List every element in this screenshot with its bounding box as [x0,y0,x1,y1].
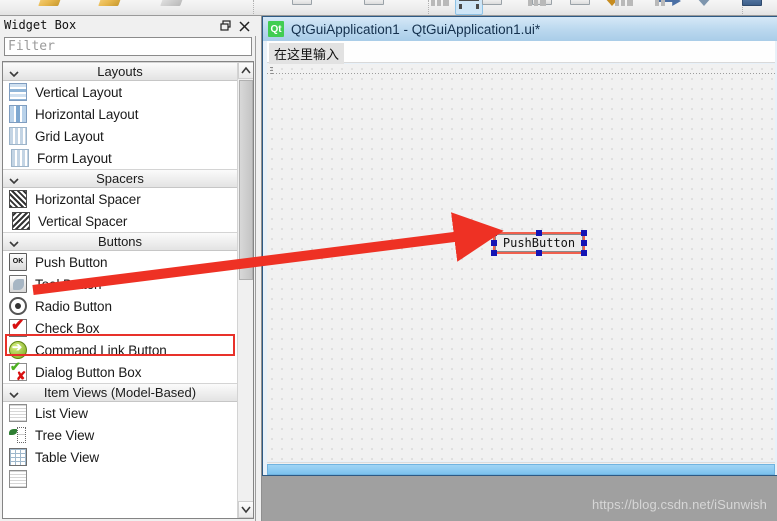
table-view-icon [9,448,27,466]
selection-handle-w[interactable] [491,240,497,246]
pushbutton-widget-selected[interactable]: PushButton [491,230,587,256]
widget-group-spacers[interactable]: Spacers [3,169,237,188]
canvas-top-divider [267,73,775,74]
form-layout-icon [11,149,29,167]
scroll-down-icon[interactable] [238,501,254,518]
scrollbar-thumb[interactable] [239,80,253,280]
filter-input[interactable] [4,37,252,56]
form-window-title: QtGuiApplication1 - QtGuiApplication1.ui… [291,22,540,37]
widget-item-label: Grid Layout [35,129,104,144]
widget-item-horizontal-layout[interactable]: Horizontal Layout [3,103,237,125]
selection-handle-n[interactable] [536,230,542,236]
widget-box-title: Widget Box [4,18,76,32]
form-canvas[interactable]: PushButton [267,64,775,461]
widget-item-radio-button[interactable]: Radio Button [3,295,237,317]
application-window: Widget Box [0,0,777,521]
horizontal-layout-icon [9,105,27,123]
widget-group-item-views[interactable]: Item Views (Model-Based) [3,383,237,402]
widget-box-list-container: Layouts Vertical Layout Horizontal Layou… [2,61,254,519]
widget-item-label: Vertical Layout [35,85,122,100]
widget-item-check-box[interactable]: Check Box [3,317,237,339]
column-view-icon [9,470,27,488]
widget-group-label: Item Views (Model-Based) [44,385,196,400]
widget-item-label: Radio Button [35,299,112,314]
widget-item-table-view[interactable]: Table View [3,446,237,468]
widget-item-form-layout[interactable]: Form Layout [3,147,237,169]
widget-item-vertical-layout[interactable]: Vertical Layout [3,81,237,103]
menubar-placeholder[interactable]: 在这里输入 [269,43,344,65]
widget-box-list: Layouts Vertical Layout Horizontal Layou… [3,62,237,518]
scroll-up-icon[interactable] [238,62,254,79]
check-box-icon [9,319,27,337]
vertical-spacer-icon [12,212,30,230]
push-button-icon: OK [9,253,27,271]
chevron-down-icon [8,67,20,79]
selection-handle-sw[interactable] [491,250,497,256]
tree-view-icon [9,426,27,444]
widget-item-label: Push Button [35,255,107,270]
form-menubar[interactable]: 在这里输入 [267,41,775,63]
qt-logo-icon: Qt [268,21,284,37]
widget-item-push-button[interactable]: OK Push Button [3,251,237,273]
widget-item-label: Horizontal Layout [35,107,138,122]
selection-handle-se[interactable] [581,250,587,256]
horizontal-spacer-icon [9,190,27,208]
widget-item-label: Vertical Spacer [38,214,127,229]
widget-item-label: Tree View [35,428,94,443]
widget-item-tool-button[interactable]: Tool Button [3,273,237,295]
widget-item-dialog-button-box[interactable]: Dialog Button Box [3,361,237,383]
form-window-titlebar[interactable]: Qt QtGuiApplication1 - QtGuiApplication1… [263,17,777,41]
main-toolbar-right [0,0,777,16]
widget-item-label: Horizontal Spacer [35,192,141,207]
widget-item-label: Check Box [35,321,99,336]
widget-group-label: Spacers [96,171,144,186]
selection-handle-s[interactable] [536,250,542,256]
canvas-grip-handle[interactable] [270,67,273,76]
selection-handle-e[interactable] [581,240,587,246]
chevron-down-icon [8,388,20,400]
widget-item-partial[interactable] [3,468,237,490]
float-icon[interactable] [219,19,234,34]
widget-item-label: Dialog Button Box [35,365,141,380]
selection-handle-ne[interactable] [581,230,587,236]
hscrollbar-thumb[interactable] [267,464,775,475]
list-view-icon [9,404,27,422]
chevron-down-icon [8,237,20,249]
watermark-text: https://blog.csdn.net/iSunwish [592,497,767,512]
widget-item-list-view[interactable]: List View [3,402,237,424]
form-canvas-container: PushButton [267,64,775,461]
widget-box-titlebar: Widget Box [0,16,256,36]
widget-item-label: Tool Button [35,277,101,292]
vertical-layout-icon [9,83,27,101]
widget-item-tree-view[interactable]: Tree View [3,424,237,446]
widget-item-label: Table View [35,450,99,465]
widget-item-vertical-spacer[interactable]: Vertical Spacer [3,210,237,232]
command-link-button-icon [9,341,27,359]
widget-item-command-link-button[interactable]: Command Link Button [3,339,237,361]
widget-item-label: List View [35,406,88,421]
tool-button-icon [9,275,27,293]
radio-button-icon [9,297,27,315]
widget-item-label: Form Layout [37,151,112,166]
canvas-horizontal-scrollbar[interactable] [267,462,775,475]
widget-group-layouts[interactable]: Layouts [3,62,237,81]
widget-item-grid-layout[interactable]: Grid Layout [3,125,237,147]
widget-item-label: Command Link Button [35,343,167,358]
close-icon[interactable] [237,19,252,34]
widget-group-label: Buttons [98,234,142,249]
widget-box-panel: Widget Box [0,16,256,521]
widget-group-label: Layouts [97,64,143,79]
widget-box-scrollbar[interactable] [237,62,253,518]
dialog-button-box-icon [9,363,27,381]
selection-handle-nw[interactable] [491,230,497,236]
grid-layout-icon [9,127,27,145]
chevron-down-icon [8,174,20,186]
widget-item-horizontal-spacer[interactable]: Horizontal Spacer [3,188,237,210]
form-editor-window: Qt QtGuiApplication1 - QtGuiApplication1… [262,16,777,476]
widget-group-buttons[interactable]: Buttons [3,232,237,251]
